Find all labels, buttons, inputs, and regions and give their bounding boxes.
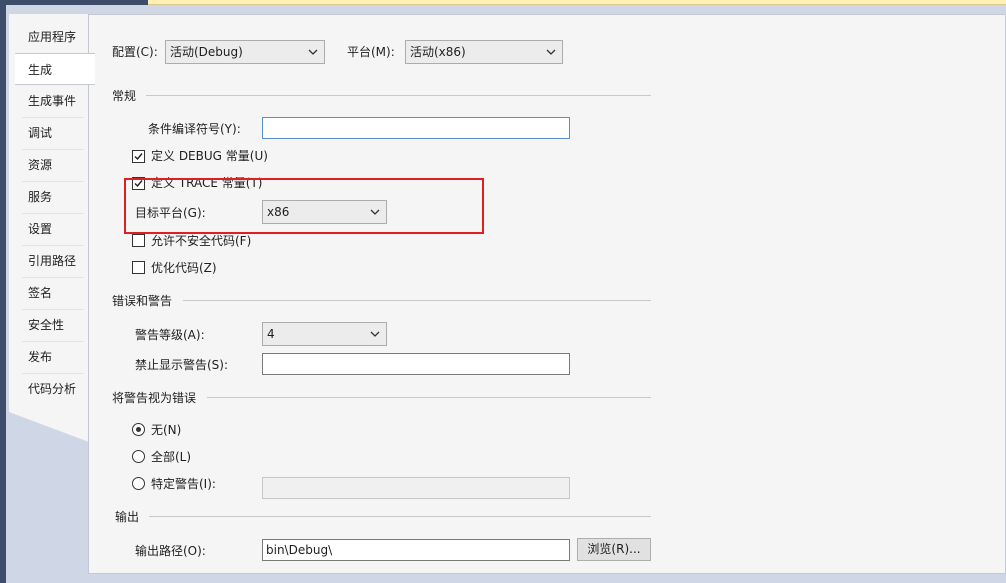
- group-errors-title: 错误和警告: [112, 294, 173, 308]
- treat-specific-radio[interactable]: [132, 477, 145, 490]
- group-divider: [183, 300, 651, 301]
- suppress-warnings-label: 禁止显示警告(S):: [135, 358, 229, 372]
- warning-level-dropdown[interactable]: 4: [262, 322, 387, 346]
- warning-level-value: 4: [267, 327, 275, 341]
- tab-publish[interactable]: 发布: [15, 341, 95, 373]
- tab-column-wedge: [9, 402, 89, 442]
- treat-specific-label: 特定警告(I):: [151, 477, 216, 491]
- specific-warnings-input[interactable]: [262, 477, 570, 499]
- allow-unsafe-checkbox[interactable]: [132, 234, 145, 247]
- tab-reference-paths[interactable]: 引用路径: [15, 245, 95, 277]
- tab-debug[interactable]: 调试: [15, 117, 95, 149]
- suppress-warnings-input[interactable]: [262, 353, 570, 375]
- group-divider: [149, 516, 651, 517]
- conditional-symbols-label: 条件编译符号(Y):: [148, 122, 241, 136]
- tab-application[interactable]: 应用程序: [15, 21, 95, 53]
- chevron-down-icon: [308, 49, 318, 55]
- group-general-title: 常规: [112, 89, 137, 103]
- platform-dropdown[interactable]: 活动(x86): [405, 40, 563, 64]
- treat-none-label: 无(N): [151, 423, 182, 437]
- group-divider: [207, 397, 651, 398]
- tab-code-analysis[interactable]: 代码分析: [15, 373, 95, 405]
- config-dropdown[interactable]: 活动(Debug): [165, 40, 325, 64]
- allow-unsafe-label: 允许不安全代码(F): [151, 234, 252, 248]
- chevron-down-icon: [370, 331, 380, 337]
- treat-all-label: 全部(L): [151, 450, 192, 464]
- tab-build[interactable]: 生成: [15, 53, 95, 85]
- define-debug-checkbox[interactable]: [132, 150, 145, 163]
- radio-selected-dot: [136, 427, 141, 432]
- chevron-down-icon: [546, 49, 556, 55]
- config-value: 活动(Debug): [170, 45, 243, 59]
- platform-value: 活动(x86): [410, 45, 466, 59]
- checkmark-icon: [134, 153, 143, 161]
- group-treat-warnings-title: 将警告视为错误: [112, 391, 197, 405]
- config-label: 配置(C):: [112, 45, 158, 59]
- output-path-label: 输出路径(O):: [135, 544, 206, 558]
- group-divider: [146, 95, 651, 96]
- treat-all-radio[interactable]: [132, 450, 145, 463]
- tab-settings[interactable]: 设置: [15, 213, 95, 245]
- define-debug-label: 定义 DEBUG 常量(U): [151, 149, 268, 163]
- browse-button[interactable]: 浏览(R)...: [577, 538, 651, 561]
- annotation-highlight-box: [124, 178, 484, 234]
- treat-none-radio[interactable]: [132, 423, 145, 436]
- warning-level-label: 警告等级(A):: [135, 328, 205, 342]
- tab-resources[interactable]: 资源: [15, 149, 95, 181]
- tab-security[interactable]: 安全性: [15, 309, 95, 341]
- platform-label: 平台(M):: [347, 45, 395, 59]
- tab-services[interactable]: 服务: [15, 181, 95, 213]
- tab-build-events[interactable]: 生成事件: [15, 85, 95, 117]
- optimize-label: 优化代码(Z): [151, 261, 217, 275]
- group-output-title: 输出: [115, 510, 140, 524]
- tab-signing[interactable]: 签名: [15, 277, 95, 309]
- conditional-symbols-input[interactable]: [262, 117, 570, 139]
- optimize-checkbox[interactable]: [132, 261, 145, 274]
- output-path-input[interactable]: bin\Debug\: [262, 539, 570, 561]
